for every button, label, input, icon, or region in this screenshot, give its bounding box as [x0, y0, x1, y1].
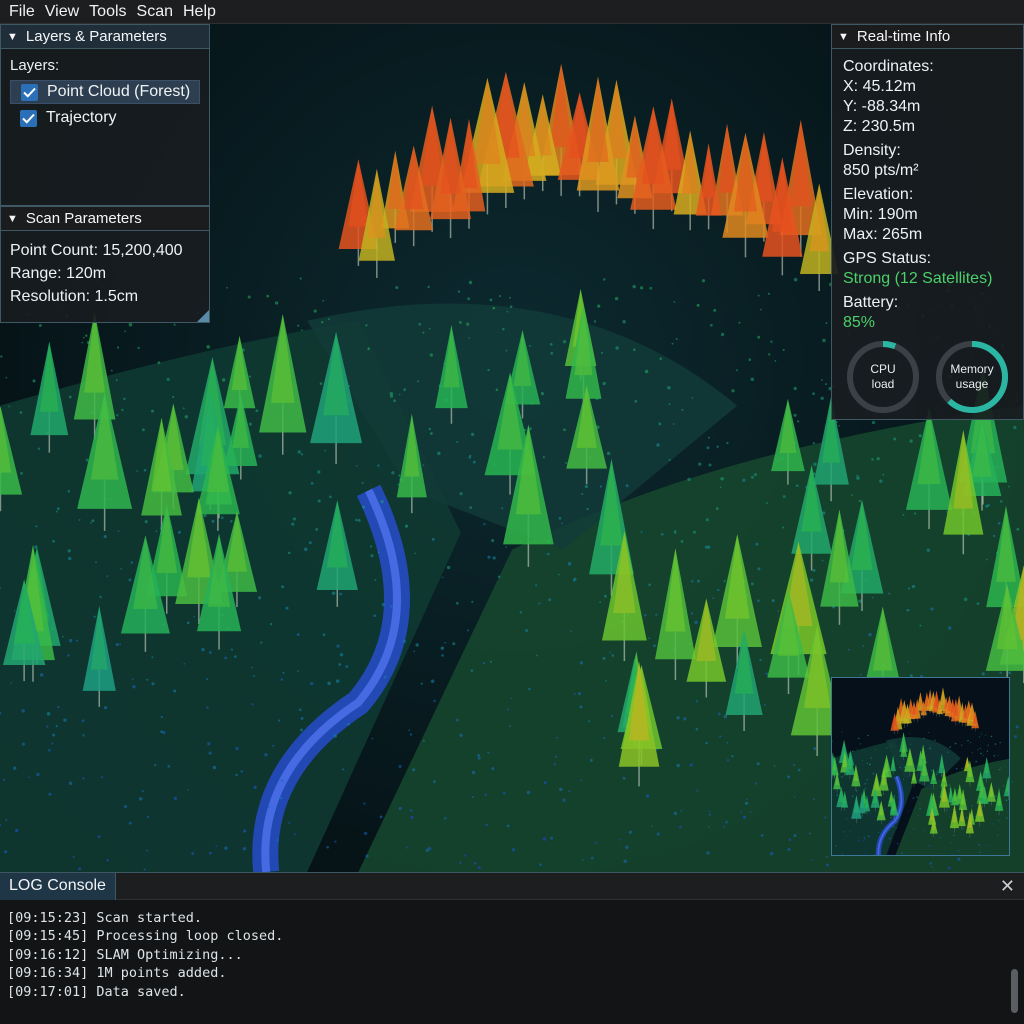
minimap-view[interactable] — [831, 677, 1010, 856]
realtime-info-panel: ▼ Real-time Info Coordinates: X: 45.12m … — [831, 24, 1024, 420]
log-line: [09:15:45] Processing loop closed. — [7, 928, 284, 945]
point-count-value: Point Count: 15,200,400 — [10, 242, 183, 259]
log-line: [09:15:23] Scan started. — [7, 910, 203, 926]
log-line: [09:17:01] Data saved. — [7, 983, 186, 1000]
layers-label: Layers: — [10, 57, 60, 74]
collapse-triangle-icon[interactable]: ▼ — [838, 31, 849, 43]
log-line: [09:16:12] SLAM Optimizing... — [7, 946, 243, 963]
scan-panel-title: Scan Parameters — [25, 210, 142, 227]
elevation-min: Min: 190m — [843, 206, 918, 223]
coordinate-z: Z: 230.5m — [843, 118, 916, 135]
scan-panel-header[interactable]: ▼ Scan Parameters — [1, 207, 209, 231]
density-value: 850 pts/m² — [843, 162, 919, 179]
menu-scan[interactable]: Scan — [132, 0, 178, 24]
menu-tools[interactable]: Tools — [84, 0, 131, 24]
collapse-triangle-icon[interactable]: ▼ — [7, 31, 18, 43]
battery-label: Battery: — [843, 294, 899, 311]
info-panel-header[interactable]: ▼ Real-time Info — [832, 25, 1023, 49]
memory-label-line1: Memory — [950, 362, 994, 376]
layers-panel: ▼ Layers & Parameters Layers: Point Clou… — [0, 24, 210, 206]
checkmark-icon — [23, 87, 36, 98]
tab-log-console[interactable]: LOG Console — [0, 872, 116, 900]
info-panel-title: Real-time Info — [856, 28, 951, 45]
checkmark-icon — [22, 113, 35, 124]
layer-label-trajectory: Trajectory — [46, 109, 117, 126]
log-line: [09:16:34] 1M points added. — [7, 965, 227, 982]
resize-grip[interactable] — [197, 310, 209, 322]
elevation-max: Max: 265m — [843, 226, 923, 243]
elevation-label: Elevation: — [843, 186, 914, 203]
cpu-label-line1: CPU — [870, 362, 896, 376]
close-icon[interactable]: ✕ — [1000, 876, 1015, 897]
coordinates-label: Coordinates: — [843, 58, 934, 75]
collapse-triangle-icon[interactable]: ▼ — [7, 213, 18, 225]
resolution-value: Resolution: 1.5cm — [10, 288, 139, 305]
point-cloud-checkbox[interactable] — [21, 83, 38, 101]
menu-bar: File View Tools Scan Help — [0, 0, 1024, 24]
range-value: Range: 120m — [10, 265, 107, 282]
layer-row-trajectory[interactable]: Trajectory — [10, 106, 200, 130]
battery-value: 85% — [843, 314, 876, 331]
menu-file[interactable]: File — [4, 0, 40, 24]
coordinate-x: X: 45.12m — [843, 78, 916, 95]
console-scrollbar[interactable] — [1011, 969, 1018, 1013]
layer-row-point-cloud[interactable]: Point Cloud (Forest) — [10, 80, 200, 104]
coordinate-y: Y: -88.34m — [843, 98, 921, 115]
scan-parameters-panel: ▼ Scan Parameters Point Count: 15,200,40… — [0, 206, 210, 323]
layers-panel-title: Layers & Parameters — [25, 28, 167, 45]
layers-panel-header[interactable]: ▼ Layers & Parameters — [1, 25, 209, 49]
density-label: Density: — [843, 142, 901, 159]
console-tabbar: LOG Console ✕ — [0, 872, 1024, 900]
menu-help[interactable]: Help — [178, 0, 221, 24]
memory-label-line2: usage — [955, 377, 989, 391]
gps-status-label: GPS Status: — [843, 250, 932, 267]
memory-usage-gauge: Memory usage — [934, 339, 1010, 415]
log-lines: [09:15:23] Scan started. [09:15:45] Proc… — [0, 900, 1024, 1010]
trajectory-checkbox[interactable] — [20, 109, 37, 127]
gps-status-value: Strong (12 Satellites) — [843, 270, 993, 287]
log-console: LOG Console ✕ [09:15:23] Scan started. [… — [0, 872, 1024, 1024]
layer-label-point-cloud: Point Cloud (Forest) — [47, 83, 191, 100]
minimap-render — [832, 687, 1009, 855]
menu-view[interactable]: View — [40, 0, 84, 24]
cpu-load-gauge: CPU load — [845, 339, 921, 415]
cpu-label-line2: load — [871, 377, 895, 391]
